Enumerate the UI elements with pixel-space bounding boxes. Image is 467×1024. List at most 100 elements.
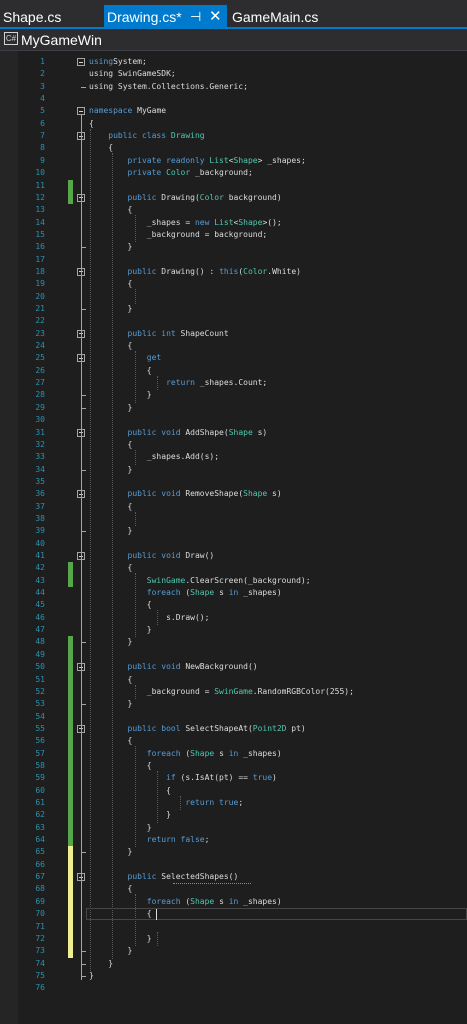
code-line: } [89,809,171,821]
line-number: 28 [35,390,45,400]
line-number: 19 [35,279,45,289]
code-line: } [89,303,133,315]
code-line: public void NewBackground() [89,661,258,673]
code-token: s) [267,489,282,499]
code-line: public bool SelectShapeAt(Point2D pt) [89,723,306,735]
code-token: } [89,946,133,956]
code-token: } [89,464,133,474]
line-number: 20 [35,291,45,301]
keyword-token: public class [108,131,167,141]
code-token: { [89,736,133,746]
code-token: s [214,748,229,758]
pin-icon[interactable]: ⊣ [190,5,201,29]
code-token: (s.IsAt(pt) == [175,773,253,783]
code-line: _background = background; [89,229,267,241]
code-token: { [89,600,152,610]
code-line: private Color _background; [89,167,253,179]
selection-margin [0,51,18,1024]
line-number: 6 [40,118,45,128]
keyword-token: public int [127,328,176,338]
line-number: 41 [35,551,45,560]
outline-end-tick [80,469,86,471]
outline-collapse-toggle[interactable] [77,107,85,116]
indent-guide [134,746,136,848]
code-token: using SwinGameSDK; [89,69,176,79]
indent-guide [134,573,136,638]
code-token: _shapes.Add(s); [89,452,220,462]
outline-end-tick [80,531,86,533]
indent-guide [157,375,159,391]
code-token: > _shapes; [257,155,306,165]
line-number: 33 [35,452,45,462]
line-number: 32 [35,439,45,449]
indent-guide [157,770,159,823]
code-line: } [89,846,133,858]
code-token: _background = background; [89,229,268,239]
project-dropdown[interactable]: MyGameWin [21,30,102,50]
code-line: } [89,525,133,537]
code-line: { [89,340,133,352]
code-token: } [89,970,94,980]
code-editor[interactable]: 1 usingSystem; 2 using SwinGameSDK; 3 using S… [0,51,467,1024]
outline-collapse-toggle[interactable] [77,58,85,66]
code-token: Drawing( [156,192,200,202]
line-number: 45 [35,600,45,610]
keyword-token: public [127,266,157,276]
tab-shape-cs[interactable]: Shape.cs [0,5,103,29]
code-line: { [89,760,152,772]
code-token: _shapes = [89,217,195,227]
line-number: 17 [35,254,45,264]
code-token: { [89,279,133,289]
code-token: s) [252,427,268,437]
code-line: { [89,365,152,377]
line-number: 30 [35,415,45,425]
outline-end-tick [80,951,86,953]
type-token: Shape [228,427,253,437]
tab-drawing-cs[interactable]: Drawing.cs* ⊣ ✕ [104,5,227,29]
line-number: 75 [35,970,45,980]
code-token: background) [223,192,282,202]
indent-guide [134,894,136,947]
code-line: public int ShapeCount [89,328,229,340]
indent-guide [157,610,159,626]
type-token: Shape [190,588,215,598]
keyword-token: namespace [89,106,133,116]
keyword-token: public [127,872,157,882]
indent-guide [179,795,181,811]
code-line: { [89,501,133,513]
code-token: Drawing() : [156,266,220,276]
tab-gamemain-cs[interactable]: GameMain.cs [229,5,339,29]
code-token: ShapeCount [175,328,229,338]
type-token: Shape [243,489,268,499]
line-number: 40 [35,538,45,548]
code-token: { [89,205,133,215]
line-number: 34 [35,464,45,474]
code-token: } [89,304,133,313]
keyword-token: return false [146,835,205,845]
keyword-token: true [252,773,273,783]
code-line: } [89,698,133,710]
code-token: { [89,884,133,894]
code-token: _shapes) [238,748,282,758]
code-token: ( [180,748,191,758]
code-token: { [89,439,133,449]
close-icon[interactable]: ✕ [209,5,222,29]
code-line: { [89,204,133,216]
outline-end-tick [80,407,86,409]
type-token: Shape [190,748,215,758]
line-number: 11 [35,180,45,190]
code-line: _background = SwinGame.RandomRGBColor(25… [89,686,354,698]
code-line: public Drawing() : this(Color.White) [89,266,301,278]
line-number: 55 [35,723,45,733]
code-line: { [89,735,133,747]
indent-guide [134,511,136,527]
code-token: { [89,365,152,375]
line-number: 16 [35,242,45,252]
